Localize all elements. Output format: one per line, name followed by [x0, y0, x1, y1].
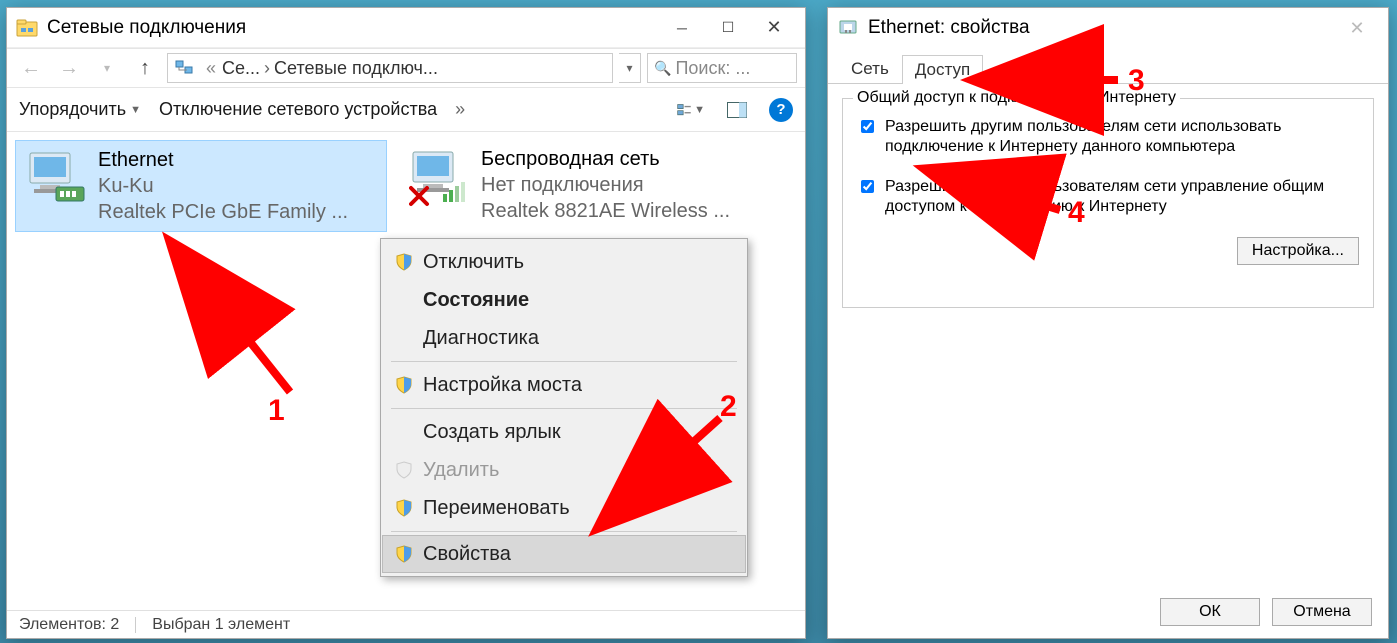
forward-button: → [53, 54, 85, 82]
window-title: Сетевые подключения [47, 17, 659, 39]
breadcrumb-part[interactable]: Се... [222, 58, 260, 79]
shield-icon [395, 499, 413, 517]
allow-sharing-label: Разрешить другим пользователям сети испо… [885, 117, 1359, 157]
chevron-right-icon: › [264, 58, 270, 79]
ctx-disable[interactable]: Отключить [383, 243, 745, 281]
disable-device-button[interactable]: Отключение сетевого устройства [159, 99, 437, 120]
window-title: Ethernet: свойства [868, 17, 1334, 39]
ethernet-adapter-icon [26, 147, 88, 209]
shield-icon [395, 253, 413, 271]
toolbar-more-icon[interactable]: » [455, 99, 465, 120]
adapter-item-ethernet[interactable]: Ethernet Ku-Ku Realtek PCIe GbE Family .… [15, 140, 387, 232]
organize-menu[interactable]: Упорядочить▼ [19, 99, 141, 120]
allow-control-checkbox[interactable] [861, 179, 874, 194]
adapter-device: Realtek PCIe GbE Family ... [98, 199, 348, 225]
close-button[interactable]: ✕ [1334, 13, 1380, 43]
preview-pane-button[interactable] [723, 98, 751, 122]
up-button[interactable]: ↑ [129, 54, 161, 82]
ok-button[interactable]: ОК [1160, 598, 1260, 626]
titlebar[interactable]: Ethernet: свойства ✕ [828, 8, 1388, 48]
settings-button[interactable]: Настройка... [1237, 237, 1359, 265]
shield-icon [395, 376, 413, 394]
network-folder-icon [15, 16, 39, 40]
selection-count: Выбран 1 элемент [152, 616, 290, 634]
ctx-diagnose[interactable]: Диагностика [383, 319, 745, 357]
network-icon [174, 58, 194, 78]
search-input[interactable]: 🔍 Поиск: ... [647, 53, 797, 83]
ctx-rename[interactable]: Переименовать [383, 489, 745, 527]
minimize-button[interactable]: ─ [659, 13, 705, 43]
tab-network[interactable]: Сеть [838, 54, 902, 83]
ctx-bridge[interactable]: Настройка моста [383, 366, 745, 404]
adapter-device: Realtek 8821AE Wireless ... [481, 198, 730, 224]
back-button[interactable]: ← [15, 54, 47, 82]
ctx-status[interactable]: Состояние [383, 281, 745, 319]
allow-sharing-checkbox-row[interactable]: Разрешить другим пользователям сети испо… [857, 117, 1359, 157]
context-menu: Отключить Состояние Диагностика Настройк… [380, 238, 748, 577]
adapter-name: Беспроводная сеть [481, 146, 730, 172]
group-label: Общий доступ к подключению к Интернету [853, 89, 1180, 107]
adapter-status: Нет подключения [481, 172, 730, 198]
tab-strip: Сеть Доступ [828, 48, 1388, 84]
breadcrumb[interactable]: « Се... › Сетевые подключ... [167, 53, 613, 83]
allow-control-checkbox-row[interactable]: Разрешить другим пользователям сети упра… [857, 177, 1359, 217]
allow-control-label: Разрешить другим пользователям сети упра… [885, 177, 1359, 217]
adapter-name: Ethernet [98, 147, 348, 173]
ethernet-port-icon [836, 16, 860, 40]
help-button[interactable]: ? [769, 98, 793, 122]
shield-icon [395, 461, 413, 479]
wireless-adapter-icon [409, 146, 471, 208]
ethernet-properties-window: Ethernet: свойства ✕ Сеть Доступ Общий д… [827, 7, 1389, 639]
close-button[interactable]: ✕ [751, 13, 797, 43]
address-bar-row: ← → ▾ ↑ « Се... › Сетевые подключ... ▾ 🔍… [7, 48, 805, 88]
ctx-delete: Удалить [383, 451, 745, 489]
maximize-button[interactable]: ☐ [705, 13, 751, 43]
allow-sharing-checkbox[interactable] [861, 119, 874, 134]
ctx-shortcut[interactable]: Создать ярлык [383, 413, 745, 451]
search-placeholder: Поиск: ... [675, 58, 750, 79]
tab-body: Общий доступ к подключению к Интернету Р… [828, 84, 1388, 638]
recent-dropdown[interactable]: ▾ [91, 54, 123, 82]
adapter-status: Ku-Ku [98, 173, 348, 199]
sharing-groupbox: Общий доступ к подключению к Интернету Р… [842, 98, 1374, 308]
ctx-properties[interactable]: Свойства [382, 535, 746, 573]
breadcrumb-history-dropdown[interactable]: ▾ [619, 53, 641, 83]
cancel-button[interactable]: Отмена [1272, 598, 1372, 626]
item-count: Элементов: 2 [19, 616, 119, 634]
tab-sharing[interactable]: Доступ [902, 55, 983, 84]
adapter-item-wireless[interactable]: Беспроводная сеть Нет подключения Realte… [399, 140, 771, 232]
bc-chevron-icon: « [206, 58, 216, 79]
toolbar: Упорядочить▼ Отключение сетевого устройс… [7, 88, 805, 132]
status-bar: Элементов: 2 Выбран 1 элемент [7, 610, 805, 638]
view-mode-button[interactable]: ▼ [677, 98, 705, 122]
search-icon: 🔍 [654, 60, 671, 77]
titlebar[interactable]: Сетевые подключения ─ ☐ ✕ [7, 8, 805, 48]
shield-icon [395, 545, 413, 563]
breadcrumb-part[interactable]: Сетевые подключ... [274, 58, 438, 79]
